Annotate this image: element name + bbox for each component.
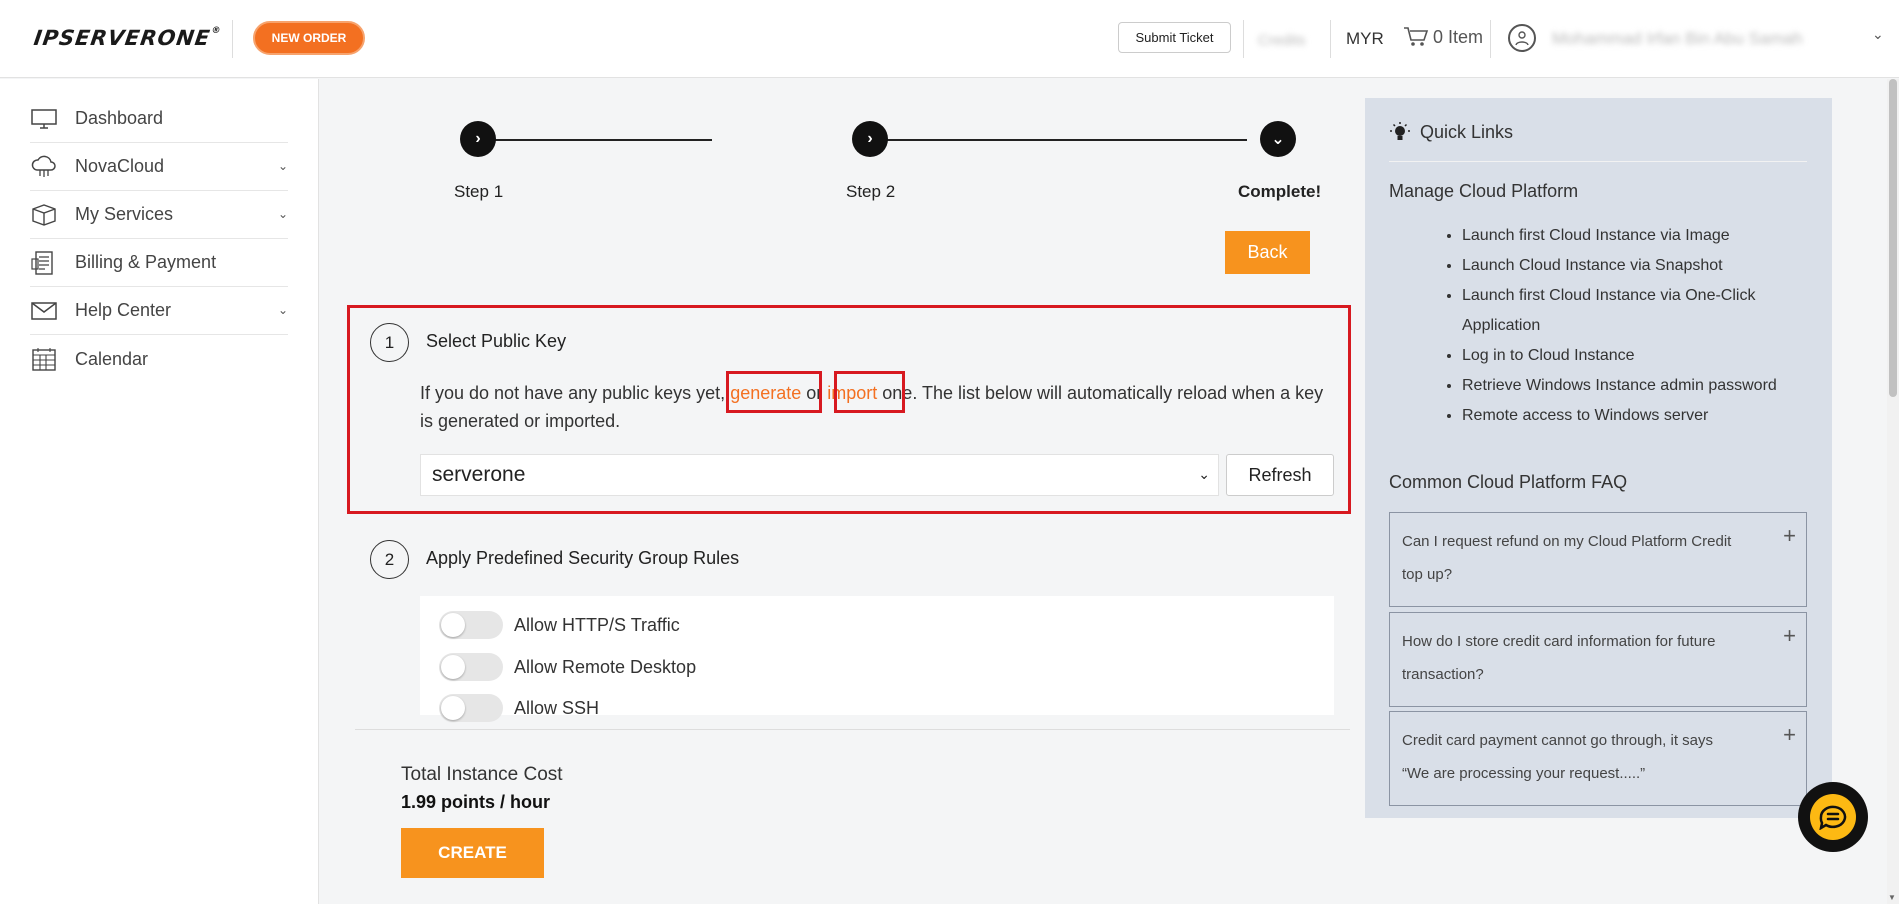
section-title: Apply Predefined Security Group Rules <box>426 548 740 568</box>
sidebar-item-label: Help Center <box>75 300 172 320</box>
lightbulb-icon <box>1390 122 1410 140</box>
sidebar-item-my-services[interactable]: My Services ⌄ <box>30 191 288 239</box>
plus-icon: + <box>1783 623 1796 648</box>
step-2-label: Step 2 <box>846 182 896 201</box>
user-avatar-icon[interactable] <box>1508 24 1536 52</box>
invoice-icon <box>30 250 58 275</box>
sidebar-item-label: Billing & Payment <box>75 252 217 272</box>
quick-link[interactable]: Launch Cloud Instance via Snapshot <box>1462 251 1822 281</box>
sidebar-item-label: Calendar <box>75 348 149 369</box>
sidebar-item-help-center[interactable]: Help Center ⌄ <box>30 287 288 335</box>
sidebar-item-novacloud[interactable]: NovaCloud ⌄ <box>30 143 288 191</box>
section-title: Select Public Key <box>426 331 567 351</box>
chevron-right-icon: › <box>460 121 496 157</box>
quick-link[interactable]: Log in to Cloud Instance <box>1462 341 1822 371</box>
rdp-toggle[interactable] <box>439 653 503 681</box>
security-rules-panel: Allow HTTP/S Traffic Allow Remote Deskto… <box>420 596 1334 722</box>
sidebar: Dashboard NovaCloud ⌄ My Services ⌄ Bill… <box>0 79 319 904</box>
cart-icon <box>1404 27 1429 46</box>
sidebar-item-calendar[interactable]: Calendar <box>30 335 288 383</box>
cost-label: Total Instance Cost <box>401 764 563 785</box>
sidebar-item-billing[interactable]: Billing & Payment <box>30 239 288 287</box>
rule-ssh: Allow SSH <box>439 694 599 722</box>
mail-icon <box>30 299 58 323</box>
plus-icon: + <box>1783 523 1796 548</box>
manage-cloud-title: Manage Cloud Platform <box>1389 181 1579 201</box>
step-connector <box>870 139 1247 141</box>
chevron-down-icon: ⌄ <box>1198 466 1210 482</box>
chat-icon <box>1810 794 1856 840</box>
scroll-down-arrow-icon[interactable]: ▼ <box>1888 893 1896 902</box>
annotation-highlight <box>834 371 905 413</box>
cloud-icon <box>30 155 58 179</box>
top-bar: IPSERVERONE® NEW ORDER Submit Ticket Cre… <box>0 0 1899 78</box>
section-number: 2 <box>370 540 409 579</box>
chevron-down-icon: ⌄ <box>277 159 288 173</box>
quick-link[interactable]: Launch first Cloud Instance via Image <box>1462 221 1822 251</box>
faq-item[interactable]: Credit card payment cannot go through, i… <box>1389 711 1807 806</box>
chevron-down-icon[interactable]: ⌄ <box>1872 26 1884 43</box>
header-divider <box>232 20 233 58</box>
divider <box>1389 161 1807 162</box>
quick-link[interactable]: Remote access to Windows server <box>1462 401 1822 431</box>
chat-button[interactable] <box>1798 782 1868 852</box>
http-toggle[interactable] <box>439 611 503 639</box>
public-key-select[interactable]: serverone ⌄ <box>420 454 1219 496</box>
monitor-icon <box>30 107 58 131</box>
create-button[interactable]: CREATE <box>401 828 544 878</box>
step-1-label: Step 1 <box>454 182 504 201</box>
plus-icon: + <box>1783 722 1796 747</box>
currency-selector[interactable]: MYR <box>1346 29 1384 49</box>
refresh-button[interactable]: Refresh <box>1226 454 1334 496</box>
cart-count: 0 Item <box>1433 26 1484 47</box>
sidebar-item-label: Dashboard <box>75 108 164 128</box>
calendar-icon <box>30 347 58 371</box>
section-number: 1 <box>370 323 409 362</box>
quick-links-panel: Quick Links Manage Cloud Platform Launch… <box>1365 98 1832 818</box>
faq-item[interactable]: Can I request refund on my Cloud Platfor… <box>1389 512 1807 607</box>
cart-button[interactable]: 0 Item <box>1403 26 1483 48</box>
quick-links-list: Launch first Cloud Instance via Image La… <box>1462 221 1822 431</box>
faq-item[interactable]: How do I store credit card information f… <box>1389 612 1807 707</box>
quick-link[interactable]: Launch first Cloud Instance via One-Clic… <box>1462 281 1822 341</box>
sidebar-item-label: NovaCloud <box>75 156 165 176</box>
step-complete-label: Complete! <box>1238 182 1322 201</box>
credits-balance[interactable]: Credits <box>1258 32 1306 49</box>
sidebar-item-label: My Services <box>75 204 174 224</box>
box-icon <box>30 203 58 227</box>
chevron-down-icon: ⌄ <box>1260 121 1296 157</box>
page-scrollbar[interactable]: ▼ <box>1887 79 1899 904</box>
cost-value: 1.99 points / hour <box>401 792 551 812</box>
header-divider <box>1330 20 1331 58</box>
quick-links-header: Quick Links <box>1389 121 1513 143</box>
chevron-down-icon: ⌄ <box>277 207 288 221</box>
ipserverone-logo[interactable]: IPSERVERONE® <box>32 26 222 50</box>
rule-http: Allow HTTP/S Traffic <box>439 611 680 639</box>
new-order-button[interactable]: NEW ORDER <box>253 21 365 55</box>
step-connector <box>478 139 712 141</box>
chevron-right-icon: › <box>852 121 888 157</box>
submit-ticket-button[interactable]: Submit Ticket <box>1118 22 1231 53</box>
back-button[interactable]: Back <box>1225 231 1310 274</box>
annotation-highlight <box>726 371 822 413</box>
ssh-toggle[interactable] <box>439 694 503 722</box>
scrollbar-thumb[interactable] <box>1889 79 1897 397</box>
user-name[interactable]: Mohammad Irfan Bin Abu Samah <box>1552 29 1802 49</box>
chevron-down-icon: ⌄ <box>277 303 288 317</box>
main-content: › › ⌄ Step 1 Step 2 Complete! Back 1 Sel… <box>320 79 1355 904</box>
rule-remote-desktop: Allow Remote Desktop <box>439 653 696 681</box>
divider <box>355 729 1350 730</box>
header-divider <box>1243 20 1244 58</box>
sidebar-item-dashboard[interactable]: Dashboard <box>30 95 288 143</box>
quick-link[interactable]: Retrieve Windows Instance admin password <box>1462 371 1822 401</box>
header-divider <box>1490 20 1491 58</box>
faq-title: Common Cloud Platform FAQ <box>1389 472 1628 492</box>
